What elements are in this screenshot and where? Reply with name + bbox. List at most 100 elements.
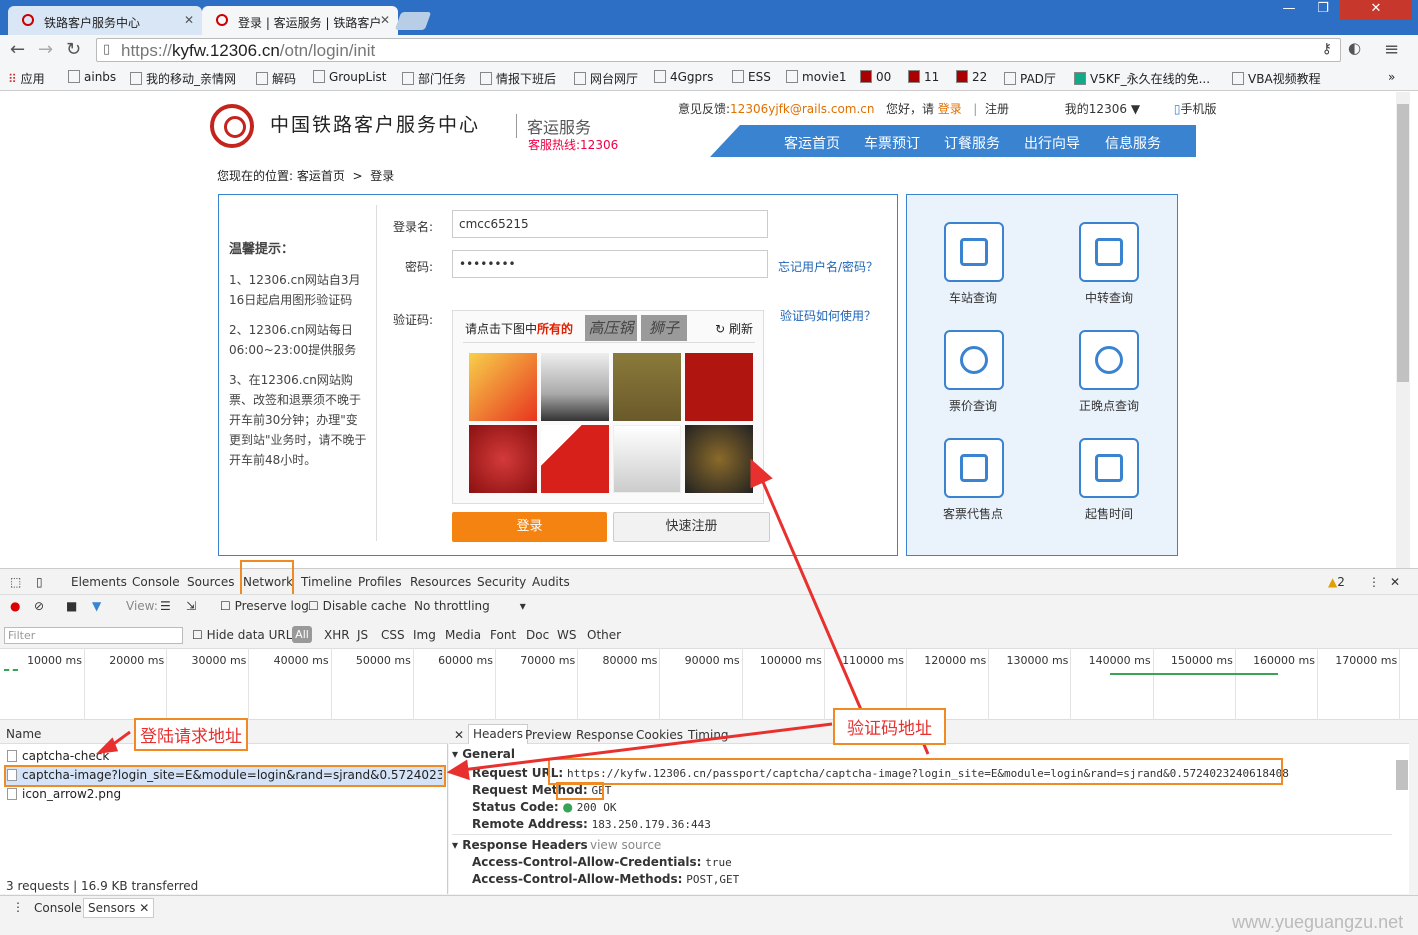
bookmark-item[interactable]: V5KF_永久在线的免... [1074, 70, 1210, 87]
devtools-tab-console[interactable]: Console [132, 575, 180, 589]
captcha-image-fries[interactable] [469, 353, 537, 421]
captcha-image-banner[interactable] [685, 353, 753, 421]
devtools-tab-sources[interactable]: Sources [187, 575, 234, 589]
nav-catering[interactable]: 订餐服务 [944, 133, 1000, 153]
detail-tab-response[interactable]: Response [576, 728, 634, 742]
type-filter-xhr[interactable]: XHR [324, 628, 350, 642]
warning-badge[interactable]: ▲2 [1328, 575, 1345, 589]
quick-link-label[interactable]: 中转查询 [1064, 289, 1154, 306]
throttling-select[interactable]: No throttling ▾ [414, 599, 526, 613]
type-filter-all[interactable]: All [292, 626, 312, 643]
ticket-agent-icon[interactable] [944, 438, 1004, 498]
quick-link-label[interactable]: 票价查询 [928, 397, 1018, 414]
type-filter-css[interactable]: CSS [381, 628, 405, 642]
response-headers-section[interactable]: ▾ Response Headers [452, 838, 588, 852]
transfer-query-icon[interactable] [1079, 222, 1139, 282]
request-row[interactable]: captcha-check [22, 749, 109, 763]
address-bar[interactable]: ▯ https://kyfw.12306.cn/otn/login/init ⚷ [96, 38, 1341, 62]
close-icon[interactable]: ✕ [184, 13, 194, 27]
view-source-link[interactable]: view source [590, 838, 661, 852]
reload-icon[interactable]: ↻ [66, 39, 81, 60]
type-filter-img[interactable]: Img [413, 628, 436, 642]
devtools-tab-security[interactable]: Security [477, 575, 526, 589]
more-options-icon[interactable]: ⋮ [1368, 575, 1380, 589]
register-link[interactable]: 注册 [985, 102, 1009, 116]
password-input[interactable]: •••••••• [452, 250, 768, 278]
devtools-tab-profiles[interactable]: Profiles [358, 575, 402, 589]
camera-icon[interactable]: ■ [66, 599, 77, 613]
breadcrumb-home[interactable]: 客运首页 [297, 169, 345, 183]
captcha-image-dates[interactable] [469, 425, 537, 493]
captcha-image-lions[interactable] [613, 353, 681, 421]
clear-icon[interactable]: ⊘ [34, 599, 44, 613]
detail-tab-cookies[interactable]: Cookies [636, 728, 683, 742]
refresh-button[interactable]: ↻ 刷新 [715, 320, 753, 337]
drawer-tab-sensors[interactable]: Sensors ✕ [83, 898, 155, 918]
login-link[interactable]: 登录 [938, 102, 962, 116]
bookmark-apps[interactable]: ⠿ 应用 [8, 70, 45, 87]
forgot-password-link[interactable]: 忘记用户名/密码？ [778, 258, 878, 275]
bookmark-item[interactable]: ESS [732, 70, 771, 84]
captcha-image-party-flag[interactable] [541, 425, 609, 493]
bookmark-item[interactable]: 11 [908, 70, 939, 84]
detail-tab-preview[interactable]: Preview [525, 728, 572, 742]
minimize-button[interactable]: — [1272, 0, 1306, 20]
station-query-icon[interactable] [944, 222, 1004, 282]
bookmark-item[interactable]: 00 [860, 70, 891, 84]
devtools-tab-timeline[interactable]: Timeline [301, 575, 352, 589]
bookmark-item[interactable]: VBA视频教程 [1232, 70, 1321, 87]
my12306-menu[interactable]: 我的12306 [1065, 102, 1127, 116]
filter-icon[interactable]: ▼ [92, 599, 101, 613]
close-icon[interactable]: ✕ [380, 13, 390, 27]
nav-home[interactable]: 客运首页 [784, 133, 840, 153]
maximize-button[interactable]: ❐ [1306, 0, 1340, 20]
device-mode-icon[interactable]: ▯ [36, 575, 43, 589]
type-filter-media[interactable]: Media [445, 628, 481, 642]
bookmark-item[interactable]: PAD厅 [1004, 70, 1056, 87]
request-row[interactable]: captcha-image?login_site=E&module=login&… [22, 768, 442, 782]
type-filter-other[interactable]: Other [587, 628, 621, 642]
fare-query-icon[interactable] [944, 330, 1004, 390]
quick-link-label[interactable]: 客票代售点 [928, 505, 1018, 522]
tab-customer-service[interactable]: 铁路客户服务中心 ✕ [8, 6, 202, 35]
close-window-button[interactable]: ✕ [1340, 0, 1412, 20]
captcha-image-treadmill[interactable] [613, 425, 681, 493]
bookmark-item[interactable]: movie1 [786, 70, 846, 84]
devtools-tab-elements[interactable]: Elements [71, 575, 127, 589]
detail-scrollbar-thumb[interactable] [1396, 760, 1408, 790]
record-icon[interactable]: ● [10, 599, 20, 613]
username-input[interactable]: cmcc65215 [452, 210, 768, 238]
quick-link-label[interactable]: 正晚点查询 [1064, 397, 1154, 414]
sale-time-icon[interactable] [1079, 438, 1139, 498]
new-tab-button[interactable] [394, 12, 432, 30]
type-filter-ws[interactable]: WS [557, 628, 576, 642]
hide-data-urls-checkbox[interactable]: ☐ Hide data URLs [192, 628, 299, 642]
back-icon[interactable]: ← [10, 39, 25, 60]
bookmark-item[interactable]: 我的移动_亲情网 [130, 70, 236, 87]
captcha-image-pressure-cooker[interactable] [541, 353, 609, 421]
login-button[interactable]: 登录 [452, 512, 607, 542]
nav-guide[interactable]: 出行向导 [1024, 133, 1080, 153]
tab-login[interactable]: 登录 | 客运服务 | 铁路客户 ✕ [202, 6, 398, 35]
detail-tab-headers[interactable]: Headers [468, 724, 528, 744]
bookmark-item[interactable]: GroupList [313, 70, 387, 84]
mobile-link[interactable]: 手机版 [1180, 102, 1216, 116]
devtools-tab-resources[interactable]: Resources [410, 575, 471, 589]
feedback-email-link[interactable]: 12306yjfk@rails.com.cn [730, 102, 874, 116]
type-filter-js[interactable]: JS [357, 628, 368, 642]
menu-icon[interactable]: ≡ [1384, 39, 1399, 60]
bookmark-item[interactable]: 情报下班后 [480, 70, 556, 87]
nav-tickets[interactable]: 车票预订 [864, 133, 920, 153]
dropdown-icon[interactable]: ▼ [1131, 102, 1140, 116]
detail-tab-timing[interactable]: Timing [688, 728, 729, 742]
close-devtools-icon[interactable]: ✕ [1390, 575, 1400, 589]
disable-cache-checkbox[interactable]: ☐ Disable cache [308, 599, 406, 613]
forward-icon[interactable]: → [38, 39, 53, 60]
nav-info[interactable]: 信息服务 [1105, 133, 1161, 153]
captcha-image-trophies[interactable] [685, 425, 753, 493]
quick-register-button[interactable]: 快速注册 [613, 512, 770, 542]
list-view-icon[interactable]: ☰ [160, 599, 171, 613]
bookmark-item[interactable]: 网台网厅 [574, 70, 638, 87]
quick-link-label[interactable]: 车站查询 [928, 289, 1018, 306]
page-scrollbar-thumb[interactable] [1397, 104, 1409, 382]
